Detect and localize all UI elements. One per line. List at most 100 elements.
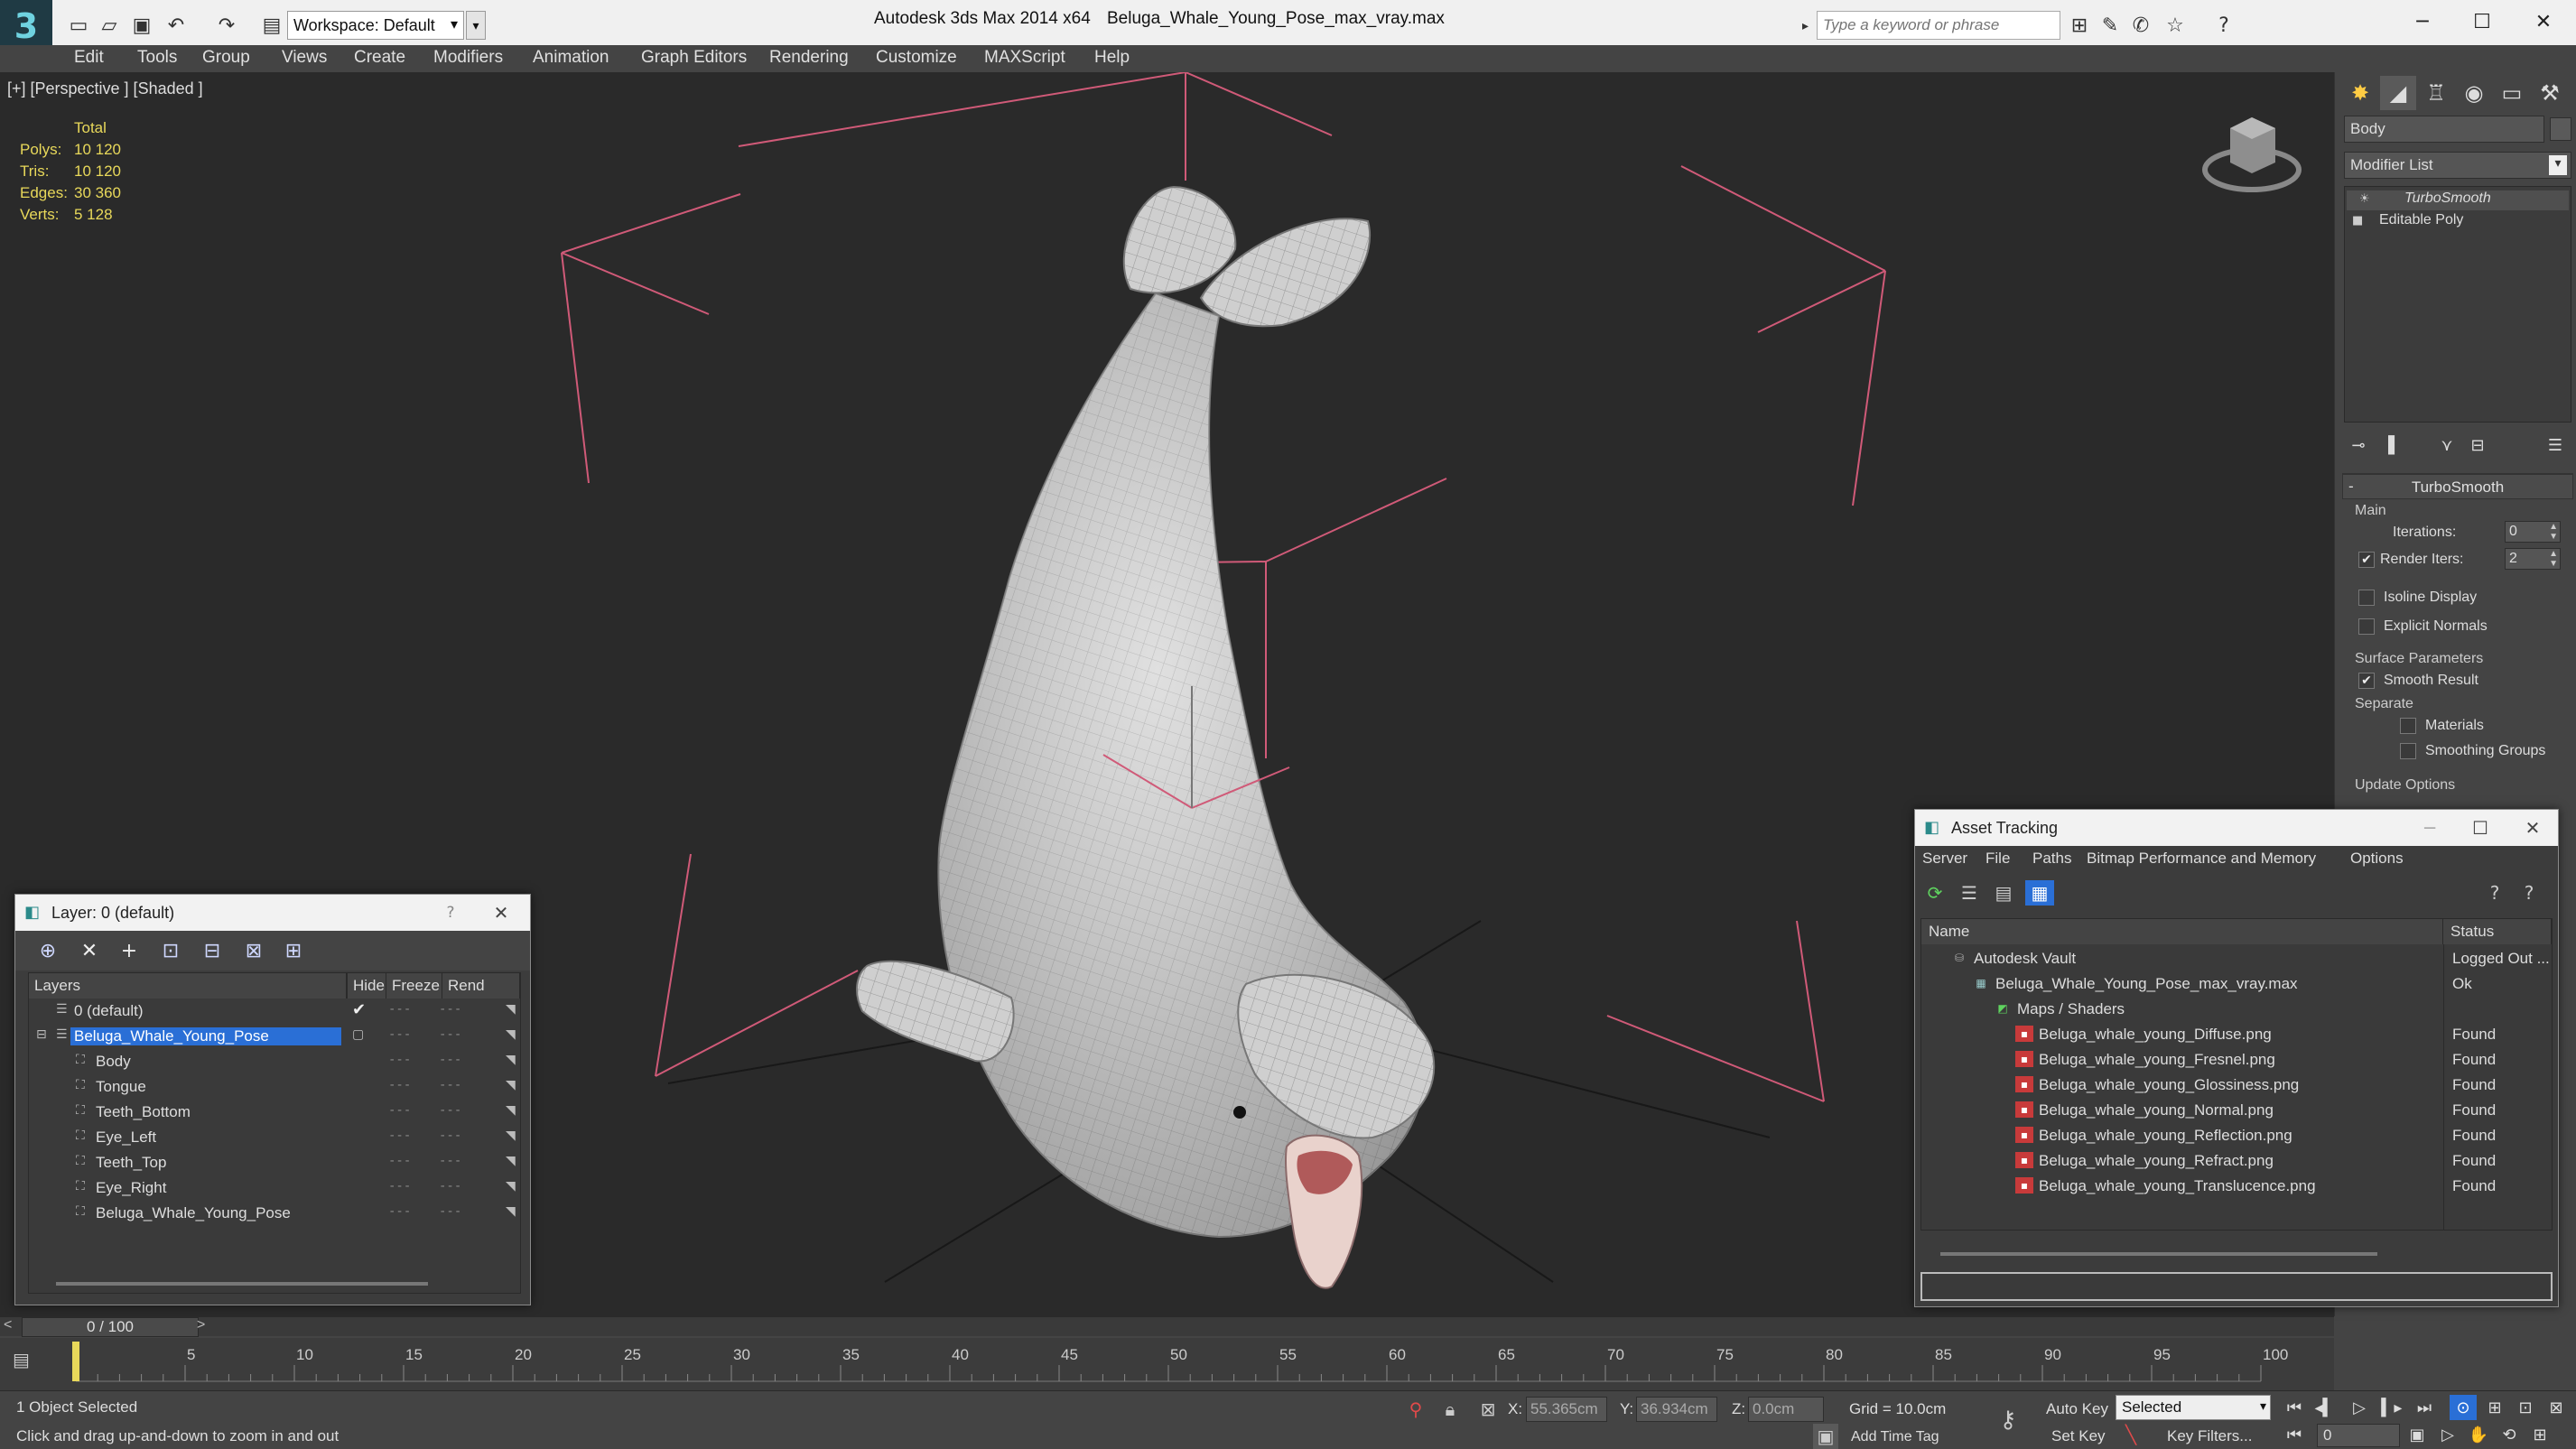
x-coordinate-field[interactable]: 55.365cm <box>1526 1397 1607 1422</box>
utilities-tab-icon[interactable]: ⚒ <box>2532 76 2568 110</box>
menu-animation[interactable]: Animation <box>533 48 609 68</box>
asset-row[interactable]: ▦ Beluga_Whale_Young_Pose_max_vray.max O… <box>1921 971 2552 997</box>
layer-list[interactable]: Layers Hide Freeze Rend ☰ 0 (default) ✔ … <box>28 972 521 1294</box>
menu-edit[interactable]: Edit <box>74 48 104 68</box>
viewport-label[interactable]: [+] [Perspective ] [Shaded ] <box>7 79 203 98</box>
search-expand-icon[interactable]: ▸ <box>1802 13 1817 38</box>
smoothing-groups-checkbox[interactable] <box>2400 743 2416 759</box>
viewcube-icon[interactable] <box>2202 117 2302 192</box>
object-color-swatch[interactable] <box>2550 117 2571 141</box>
configure-sets-icon[interactable]: ☰ <box>2543 433 2568 457</box>
asset-row[interactable]: ⛁ Autodesk Vault Logged Out ... <box>1921 946 2552 971</box>
asset-row[interactable]: ▪ Beluga_whale_young_Translucence.png Fo… <box>1921 1174 2552 1199</box>
close-icon[interactable]: ✕ <box>487 900 516 925</box>
create-layer-icon[interactable]: ⊕ <box>33 938 62 963</box>
asset-menu-file[interactable]: File <box>1985 850 2010 868</box>
time-config-icon[interactable]: ▣ <box>2404 1422 2431 1447</box>
render-toggle-icon[interactable]: ◥ <box>506 1204 516 1219</box>
menu-modifiers[interactable]: Modifiers <box>433 48 503 68</box>
orbit-icon[interactable]: ⟲ <box>2496 1422 2523 1447</box>
maximize-viewport-icon[interactable]: ⊞ <box>2526 1422 2553 1447</box>
close-icon[interactable]: ✕ <box>2518 815 2547 841</box>
search-input[interactable] <box>1817 11 2060 40</box>
hide-toggle-icon[interactable]: --- <box>388 1154 411 1168</box>
play-icon[interactable]: ▷ <box>2346 1395 2373 1420</box>
layer-object-row[interactable]: ⛶ Beluga_Whale_Young_Pose --- --- ◥ <box>29 1201 520 1226</box>
binoculars-icon[interactable]: ⊞ <box>2066 12 2093 39</box>
menu-create[interactable]: Create <box>354 48 405 68</box>
maximize-icon[interactable]: ☐ <box>2466 815 2495 841</box>
freeze-toggle-icon[interactable]: --- <box>439 1179 461 1194</box>
layer-row[interactable]: ⊟ ☰ Beluga_Whale_Young_Pose ▢ --- --- ◥ <box>29 1024 520 1049</box>
isoline-display-checkbox[interactable] <box>2358 590 2375 606</box>
delete-layer-icon[interactable]: ✕ <box>75 938 104 963</box>
qat-dropdown-icon[interactable]: ▾ <box>466 11 486 40</box>
hide-toggle-icon[interactable]: --- <box>388 1179 411 1194</box>
hide-toggle-icon[interactable]: --- <box>388 1204 411 1219</box>
modify-tab-icon[interactable]: ◢ <box>2380 76 2416 110</box>
column-freeze[interactable]: Freeze <box>386 973 442 999</box>
menu-help[interactable]: Help <box>1094 48 1130 68</box>
layer-object-row[interactable]: ⛶ Eye_Left --- --- ◥ <box>29 1125 520 1150</box>
minimize-icon[interactable]: ─ <box>2415 815 2444 841</box>
maximize-icon[interactable]: ☐ <box>2460 5 2505 38</box>
make-current-icon[interactable]: ▢ <box>352 1027 364 1042</box>
modifier-stack[interactable]: ☀ TurboSmooth ■ Editable Poly <box>2344 186 2571 423</box>
menu-views[interactable]: Views <box>282 48 327 68</box>
y-coordinate-field[interactable]: 36.934cm <box>1636 1397 1717 1422</box>
render-iters-checkbox[interactable]: ✔ <box>2358 552 2375 568</box>
zoom-icon[interactable]: ⊙ <box>2450 1395 2477 1420</box>
rollout-header[interactable]: - TurboSmooth <box>2342 474 2573 499</box>
refresh-icon[interactable]: ⟳ <box>1920 880 1949 906</box>
freeze-toggle-icon[interactable]: --- <box>439 1129 461 1143</box>
undo-icon[interactable]: ↶ <box>163 12 190 39</box>
minimize-icon[interactable]: ─ <box>2400 5 2445 38</box>
previous-frame-icon[interactable]: < <box>4 1317 12 1333</box>
close-icon[interactable]: ✕ <box>2521 5 2566 38</box>
previous-key-icon[interactable]: ◂▍ <box>2311 1395 2339 1420</box>
highlight-layer-icon[interactable]: ⊟ <box>198 938 227 963</box>
detail-view-icon[interactable]: ▤ <box>1989 880 2018 906</box>
explicit-normals-checkbox[interactable] <box>2358 618 2375 635</box>
menu-rendering[interactable]: Rendering <box>769 48 849 68</box>
spinner-arrows-icon[interactable]: ▲ ▼ <box>2549 522 2558 542</box>
freeze-toggle-icon[interactable]: --- <box>439 1078 461 1092</box>
menu-maxscript[interactable]: MAXScript <box>984 48 1065 68</box>
stack-item-editable-poly[interactable]: ■ Editable Poly <box>2347 212 2569 232</box>
remove-modifier-icon[interactable]: ⊟ <box>2465 433 2490 457</box>
key-mode-select[interactable]: Selected ▾ <box>2116 1395 2271 1420</box>
time-slider[interactable]: < 0 / 100 > <box>0 1316 2334 1337</box>
object-name-field[interactable]: Body <box>2344 116 2544 143</box>
zoom-extents-icon[interactable]: ⊡ <box>2512 1395 2539 1420</box>
asset-row[interactable]: ▪ Beluga_whale_young_Reflection.png Foun… <box>1921 1123 2552 1148</box>
render-toggle-icon[interactable]: ◥ <box>506 1027 516 1042</box>
key-filters-button[interactable]: Key Filters... <box>2167 1427 2252 1445</box>
z-coordinate-field[interactable]: 0.0cm <box>1748 1397 1824 1422</box>
lightbulb-icon[interactable]: ☀ <box>2359 192 2372 207</box>
asset-menu-server[interactable]: Server <box>1922 850 1967 868</box>
spinner-arrows-icon[interactable]: ▲ ▼ <box>2549 549 2558 569</box>
zoom-extents-all-icon[interactable]: ⊠ <box>2543 1395 2570 1420</box>
render-iters-spinner[interactable]: 2 ▲ ▼ <box>2505 548 2561 570</box>
hierarchy-tab-icon[interactable]: ♖ <box>2418 76 2454 110</box>
modifier-list-select[interactable]: Modifier List ▾ <box>2344 152 2571 179</box>
table-view-icon[interactable]: ▦ <box>2025 880 2054 906</box>
add-time-tag-button[interactable]: Add Time Tag <box>1851 1429 1939 1445</box>
auto-key-button[interactable]: Auto Key <box>2046 1400 2108 1418</box>
set-keys-icon[interactable]: ╲ <box>2118 1422 2144 1447</box>
help-icon[interactable]: ? <box>2515 880 2543 906</box>
open-file-icon[interactable]: ▱ <box>96 12 123 39</box>
key-mode-toggle-icon[interactable]: ⏮ <box>2281 1422 2308 1447</box>
favorites-star-icon[interactable]: ☆ <box>2162 12 2189 39</box>
motion-tab-icon[interactable]: ◉ <box>2456 76 2492 110</box>
select-objects-icon[interactable]: ⊡ <box>156 938 185 963</box>
freeze-toggle-icon[interactable]: --- <box>439 1053 461 1067</box>
menu-customize[interactable]: Customize <box>876 48 957 68</box>
subscription-icon[interactable]: ✎ <box>2097 12 2124 39</box>
asset-row[interactable]: ◩ Maps / Shaders <box>1921 997 2552 1022</box>
trackbar-ruler[interactable]: 5 10 15 20 25 30 35 40 45 50 55 60 65 70 75 80 85 90 95 100 <box>0 1338 2334 1390</box>
asset-path-field[interactable] <box>1920 1272 2553 1301</box>
new-file-icon[interactable]: ▭ <box>65 12 92 39</box>
menu-tools[interactable]: Tools <box>137 48 177 68</box>
asset-row[interactable]: ▪ Beluga_whale_young_Fresnel.png Found <box>1921 1047 2552 1073</box>
